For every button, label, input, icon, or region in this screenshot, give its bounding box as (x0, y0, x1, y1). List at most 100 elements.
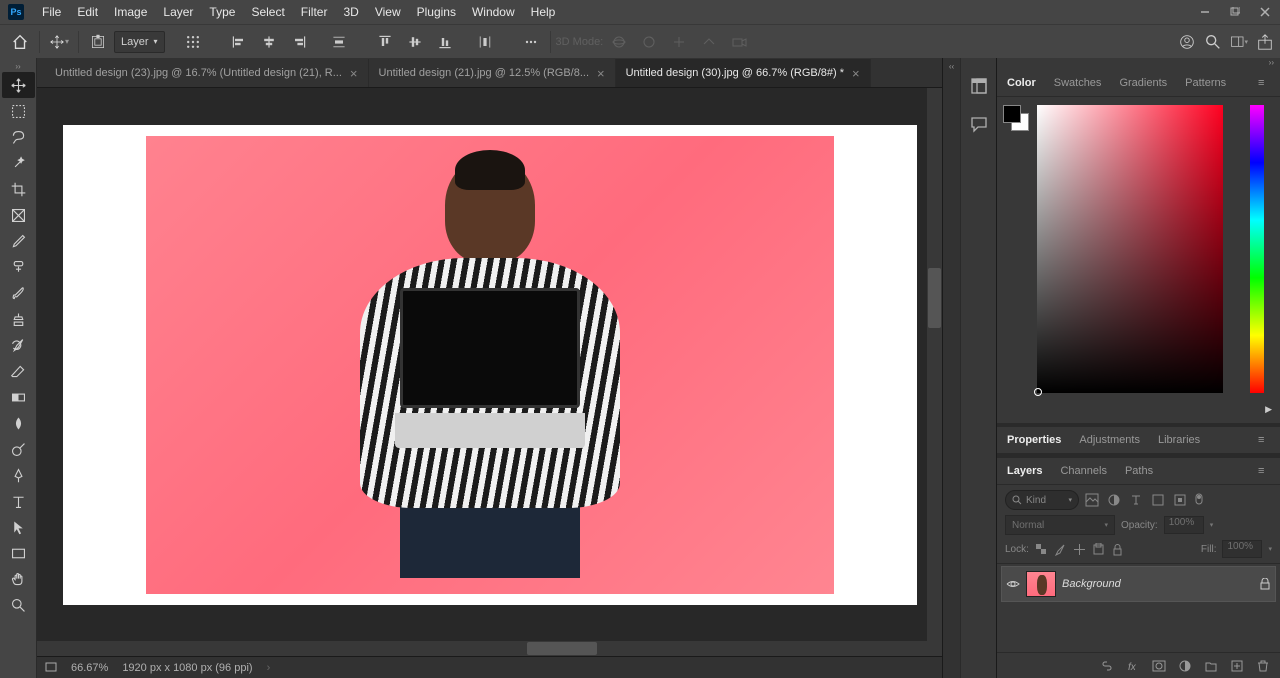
canvas-area[interactable] (37, 88, 942, 641)
canvas[interactable] (63, 125, 917, 605)
tab-properties[interactable]: Properties (1005, 428, 1063, 452)
auto-select-icon[interactable] (84, 28, 112, 56)
filter-toggle-icon[interactable] (1195, 493, 1203, 505)
filter-shape-icon[interactable] (1151, 493, 1165, 507)
screen-mode-icon[interactable] (45, 662, 57, 674)
move-tool[interactable] (2, 72, 35, 98)
align-bottom-icon[interactable] (431, 28, 459, 56)
align-right-icon[interactable] (285, 28, 313, 56)
color-panel-menu-icon[interactable]: ≡ (1258, 77, 1272, 89)
tab-libraries[interactable]: Libraries (1156, 428, 1202, 452)
close-button[interactable] (1250, 0, 1280, 24)
lock-artboard-icon[interactable] (1092, 543, 1105, 556)
tab-layers[interactable]: Layers (1005, 459, 1044, 483)
align-v-center-icon[interactable] (401, 28, 429, 56)
share-icon[interactable] (1256, 33, 1274, 51)
menu-select[interactable]: Select (243, 0, 292, 24)
status-more-icon[interactable]: › (267, 662, 271, 674)
menu-help[interactable]: Help (523, 0, 564, 24)
link-layers-icon[interactable] (1100, 659, 1114, 673)
minimize-button[interactable] (1190, 0, 1220, 24)
pen-tool[interactable] (2, 462, 35, 488)
layer-name[interactable]: Background (1062, 578, 1121, 590)
close-tab-icon[interactable]: × (350, 66, 358, 81)
toolbar-expand-icon[interactable]: ›› (0, 62, 36, 72)
menu-edit[interactable]: Edit (69, 0, 106, 24)
tab-paths[interactable]: Paths (1123, 459, 1155, 483)
rectangle-tool[interactable] (2, 540, 35, 566)
blend-mode-dropdown[interactable]: Normal▾ (1005, 515, 1115, 535)
document-tab[interactable]: Untitled design (30).jpg @ 66.7% (RGB/8#… (616, 59, 871, 87)
lasso-tool[interactable] (2, 124, 35, 150)
eraser-tool[interactable] (2, 358, 35, 384)
clone-stamp-tool[interactable] (2, 306, 35, 332)
workspace-icon[interactable]: ▾ (1230, 33, 1248, 51)
menu-window[interactable]: Window (464, 0, 523, 24)
menu-filter[interactable]: Filter (293, 0, 336, 24)
lock-image-icon[interactable] (1054, 543, 1067, 556)
home-button[interactable] (6, 28, 34, 56)
menu-image[interactable]: Image (106, 0, 155, 24)
document-tab[interactable]: Untitled design (23).jpg @ 16.7% (Untitl… (45, 59, 369, 87)
document-tab[interactable]: Untitled design (21).jpg @ 12.5% (RGB/8.… (369, 59, 616, 87)
close-tab-icon[interactable]: × (852, 66, 860, 81)
tab-swatches[interactable]: Swatches (1052, 71, 1104, 95)
menu-layer[interactable]: Layer (155, 0, 201, 24)
new-layer-icon[interactable] (1230, 659, 1244, 673)
distribute-v-icon[interactable] (325, 28, 353, 56)
align-h-center-icon[interactable] (255, 28, 283, 56)
layers-panel-menu-icon[interactable]: ≡ (1258, 465, 1272, 477)
history-panel-icon[interactable] (969, 76, 989, 96)
layer-thumbnail[interactable] (1026, 571, 1056, 597)
filter-type-icon[interactable] (1129, 493, 1143, 507)
layer-row[interactable]: Background (1001, 566, 1276, 602)
color-field[interactable] (1037, 105, 1223, 393)
menu-type[interactable]: Type (201, 0, 243, 24)
delete-layer-icon[interactable] (1256, 659, 1270, 673)
properties-panel-menu-icon[interactable]: ≡ (1258, 434, 1272, 446)
tab-adjustments[interactable]: Adjustments (1077, 428, 1142, 452)
foreground-color-swatch[interactable] (1003, 105, 1021, 123)
tab-gradients[interactable]: Gradients (1117, 71, 1169, 95)
align-left-icon[interactable] (225, 28, 253, 56)
history-brush-tool[interactable] (2, 332, 35, 358)
opacity-input[interactable]: 100% (1164, 516, 1204, 534)
dodge-tool[interactable] (2, 436, 35, 462)
tab-color[interactable]: Color (1005, 71, 1038, 95)
transform-controls-icon[interactable] (179, 28, 207, 56)
group-layers-icon[interactable] (1204, 659, 1218, 673)
menu-file[interactable]: File (34, 0, 69, 24)
doc-info[interactable]: 1920 px x 1080 px (96 ppi) (122, 662, 252, 674)
distribute-h-icon[interactable] (471, 28, 499, 56)
move-tool-icon[interactable]: ▾ (45, 28, 73, 56)
auto-select-dropdown[interactable]: Layer▾ (114, 31, 165, 53)
layer-filter-dropdown[interactable]: Kind ▾ (1005, 490, 1079, 510)
lock-transparency-icon[interactable] (1035, 543, 1048, 556)
filter-pixel-icon[interactable] (1085, 493, 1099, 507)
zoom-level[interactable]: 66.67% (71, 662, 108, 674)
search-icon[interactable] (1204, 33, 1222, 51)
lock-position-icon[interactable] (1073, 543, 1086, 556)
tab-channels[interactable]: Channels (1058, 459, 1108, 483)
zoom-tool[interactable] (2, 592, 35, 618)
panels-collapse-icon[interactable]: ›› (997, 58, 1280, 70)
eyedropper-tool[interactable] (2, 228, 35, 254)
gradient-tool[interactable] (2, 384, 35, 410)
more-options-icon[interactable] (517, 28, 545, 56)
fill-input[interactable]: 100% (1222, 540, 1262, 558)
horizontal-scrollbar[interactable] (37, 641, 942, 656)
healing-brush-tool[interactable] (2, 254, 35, 280)
visibility-icon[interactable] (1006, 577, 1020, 591)
vertical-scrollbar[interactable] (927, 88, 942, 641)
menu-3d[interactable]: 3D (335, 0, 366, 24)
align-top-icon[interactable] (371, 28, 399, 56)
hue-slider[interactable] (1250, 105, 1264, 393)
menu-plugins[interactable]: Plugins (409, 0, 464, 24)
cloud-docs-icon[interactable] (1178, 33, 1196, 51)
comments-panel-icon[interactable] (969, 114, 989, 134)
path-selection-tool[interactable] (2, 514, 35, 540)
blur-tool[interactable] (2, 410, 35, 436)
right-dock-collapse[interactable]: ‹‹ (942, 58, 960, 678)
magic-wand-tool[interactable] (2, 150, 35, 176)
tab-patterns[interactable]: Patterns (1183, 71, 1228, 95)
